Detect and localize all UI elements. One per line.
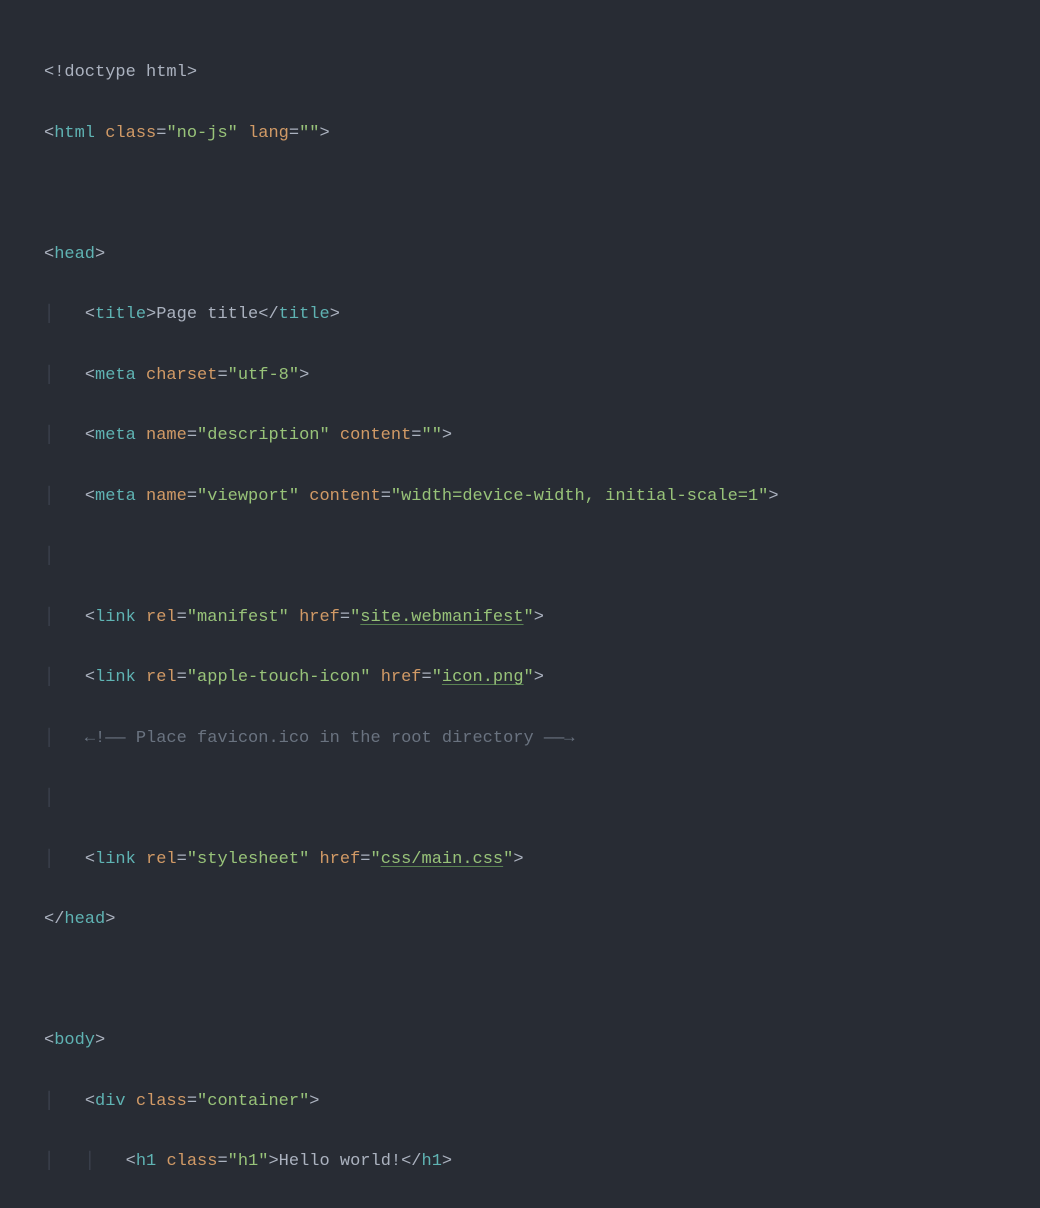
indent-guide: │ <box>44 366 85 385</box>
indent-guide: │ <box>44 729 85 748</box>
indent-guide: │ <box>44 1092 85 1111</box>
indent-guide: │ <box>44 668 85 687</box>
code-line-7: │ <meta name="description" content=""> <box>44 421 1040 451</box>
code-line-14: │ <link rel="stylesheet" href="css/main.… <box>44 845 1040 875</box>
code-editor[interactable]: <!doctype html> <html class="no-js" lang… <box>44 28 1040 1208</box>
code-line-19: │ │ <h1 class="h1">Hello world!</h1> <box>44 1147 1040 1177</box>
code-line-5: │ <title>Page title</title> <box>44 300 1040 330</box>
code-line-8: │ <meta name="viewport" content="width=d… <box>44 482 1040 512</box>
indent-guide: │ <box>44 305 85 324</box>
code-line-13: │ <box>44 784 1040 814</box>
code-line-9: │ <box>44 542 1040 572</box>
code-line-10: │ <link rel="manifest" href="site.webman… <box>44 603 1040 633</box>
code-line-1: <!doctype html> <box>44 58 1040 88</box>
code-line-4: <head> <box>44 240 1040 270</box>
code-line-2: <html class="no-js" lang=""> <box>44 119 1040 149</box>
indent-guide: │ <box>44 608 85 627</box>
code-line-12: │ ←!—— Place favicon.ico in the root dir… <box>44 724 1040 754</box>
code-line-6: │ <meta charset="utf-8"> <box>44 361 1040 391</box>
indent-guide: │ │ <box>44 1152 126 1171</box>
indent-guide: │ <box>44 789 85 808</box>
code-line-17: <body> <box>44 1026 1040 1056</box>
indent-guide: │ <box>44 426 85 445</box>
indent-guide: │ <box>44 487 85 506</box>
code-line-3 <box>44 179 1040 209</box>
code-line-15: </head> <box>44 905 1040 935</box>
indent-guide: │ <box>44 850 85 869</box>
code-line-11: │ <link rel="apple-touch-icon" href="ico… <box>44 663 1040 693</box>
indent-guide: │ <box>44 547 85 566</box>
code-line-18: │ <div class="container"> <box>44 1087 1040 1117</box>
code-line-16 <box>44 966 1040 996</box>
